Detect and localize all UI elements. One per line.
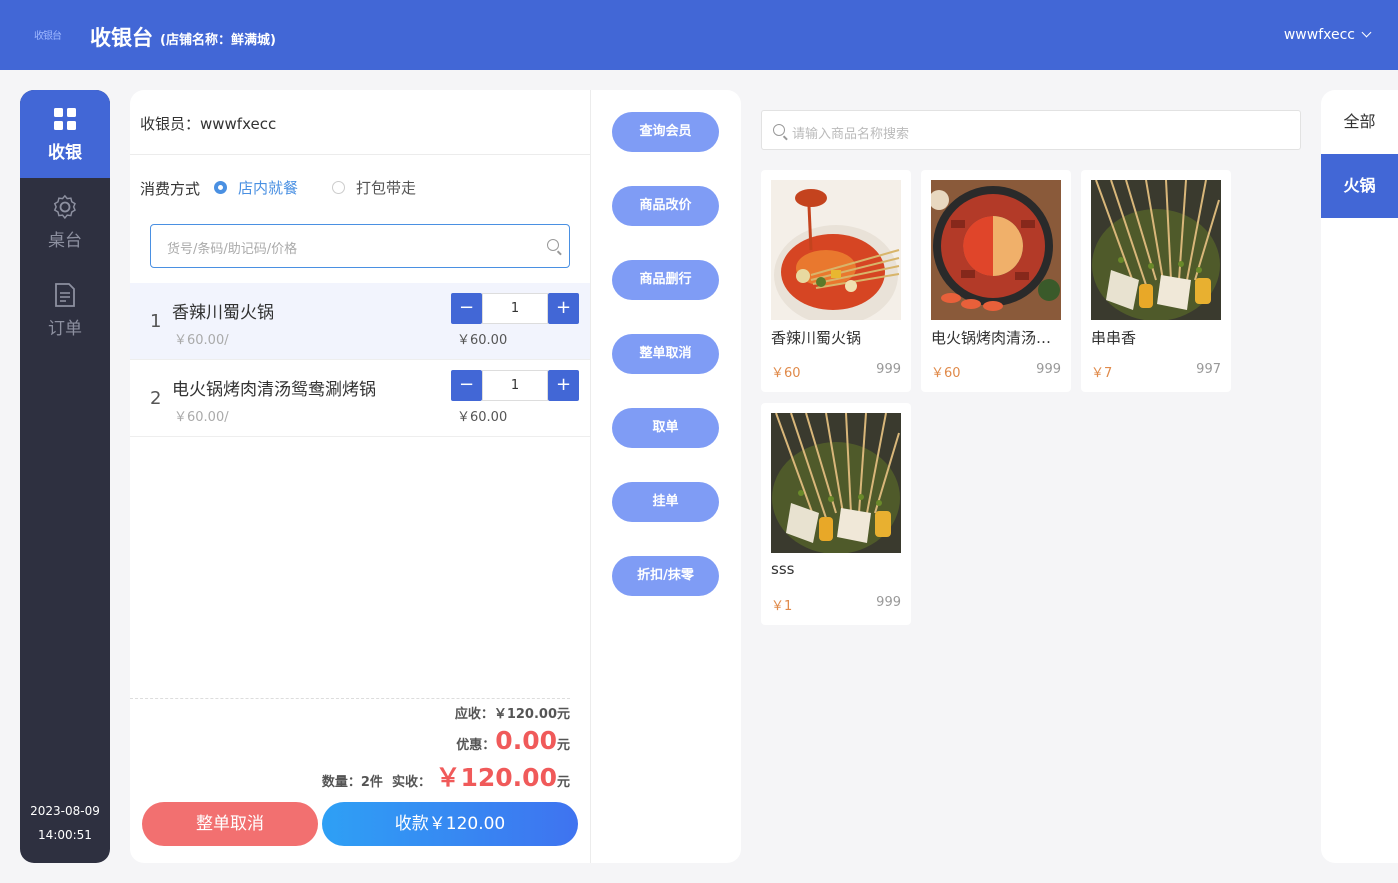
top-header: 收银台 收银台 (店铺名称：鲜满城) wwwfxecc — [0, 0, 1398, 70]
sidebar: 收银 桌台 订单 2023-08-09 14:00:51 — [20, 90, 110, 863]
item-subtotal: ￥60.00 — [457, 410, 508, 425]
quantity-stepper: − 1 + — [451, 370, 579, 401]
row-index: 1 — [150, 311, 162, 332]
receivable-label: 应收： — [454, 707, 494, 722]
discount-button[interactable]: 折扣/抹零 — [612, 556, 719, 596]
actual-value: ￥120.00 — [435, 763, 557, 792]
order-panel: 收银员：wwwfxecc 消费方式 店内就餐 打包带走 货号/条码/助记码/价格… — [130, 90, 741, 863]
divider — [130, 698, 570, 699]
quantity-stepper: − 1 + — [451, 293, 579, 324]
chevron-down-icon — [1361, 27, 1372, 38]
increase-button[interactable]: + — [548, 370, 579, 401]
item-count: 数量：2件 — [321, 775, 383, 790]
cancel-order-button[interactable]: 整单取消 — [142, 802, 318, 846]
sidebar-item-tables[interactable]: 桌台 — [20, 178, 110, 266]
sidebar-item-label: 桌台 — [48, 231, 82, 251]
radio-dine-in[interactable] — [214, 181, 227, 194]
discount-unit: 元 — [556, 738, 570, 753]
retrieve-order-button[interactable]: 取单 — [612, 408, 719, 448]
product-image — [771, 180, 901, 320]
item-price: ￥60.00/ — [174, 333, 229, 348]
gear-icon — [53, 194, 76, 220]
product-price: ￥60 — [771, 366, 801, 381]
decrease-button[interactable]: − — [451, 370, 482, 401]
row-index: 2 — [150, 388, 162, 409]
item-subtotal: ￥60.00 — [457, 333, 508, 348]
username: wwwfxecc — [1283, 27, 1355, 43]
document-icon — [55, 283, 75, 307]
category-all[interactable]: 全部 — [1321, 90, 1398, 154]
product-name: 香辣川蜀火锅 — [771, 329, 862, 347]
current-time: 14:00:51 — [38, 828, 92, 842]
consumption-mode-label: 消费方式 — [140, 180, 201, 198]
discount-value: 0.00 — [495, 726, 557, 755]
item-name: 香辣川蜀火锅 — [172, 303, 274, 323]
product-stock: 999 — [1036, 362, 1061, 377]
product-search-input[interactable]: 请输入商品名称搜索 — [761, 110, 1301, 150]
user-menu[interactable]: wwwfxecc — [1283, 27, 1372, 43]
search-icon — [773, 124, 785, 136]
receivable-value: ￥120.00元 — [493, 707, 570, 722]
order-row[interactable]: 2 电火锅烤肉清汤鸳鸯涮烤锅 ￥60.00/ − 1 + ￥60.00 — [130, 360, 590, 437]
mode-dine-in-label[interactable]: 店内就餐 — [238, 177, 298, 198]
actual-unit: 元 — [556, 775, 570, 790]
product-price: ￥7 — [1091, 366, 1113, 381]
product-name: sss — [771, 560, 795, 578]
product-name: 串串香 — [1091, 329, 1137, 347]
cashier-label: 收银员：wwwfxecc — [140, 115, 277, 133]
query-member-button[interactable]: 查询会员 — [612, 112, 719, 152]
sidebar-item-label: 收银 — [48, 143, 82, 163]
product-card[interactable]: 串串香 ￥7 997 — [1081, 170, 1231, 392]
delete-row-button[interactable]: 商品删行 — [612, 260, 719, 300]
category-panel: 全部 火锅 — [1321, 90, 1398, 863]
product-card[interactable]: 电火锅烤肉清汤鸳鸯涮烤锅 ￥60 999 — [921, 170, 1071, 392]
mode-takeaway-label[interactable]: 打包带走 — [356, 177, 416, 198]
product-stock: 999 — [876, 595, 901, 610]
divider — [590, 90, 591, 863]
radio-takeaway[interactable] — [332, 181, 345, 194]
store-name: (店铺名称：鲜满城) — [160, 33, 276, 48]
actual-total: 数量：2件 实收： ￥120.00元 — [322, 758, 570, 794]
item-name: 电火锅烤肉清汤鸳鸯涮烤锅 — [172, 380, 376, 400]
product-card[interactable]: sss ￥1 999 — [761, 403, 911, 625]
divider — [130, 154, 590, 155]
item-price: ￥60.00/ — [174, 410, 229, 425]
product-stock: 997 — [1196, 362, 1221, 377]
decrease-button[interactable]: − — [451, 293, 482, 324]
product-stock: 999 — [876, 362, 901, 377]
pay-button[interactable]: 收款￥120.00 — [322, 802, 578, 846]
product-code-input[interactable]: 货号/条码/助记码/价格 — [150, 224, 570, 268]
discount-label: 优惠： — [456, 738, 496, 753]
product-name: 电火锅烤肉清汤鸳鸯涮烤锅 — [931, 329, 1061, 347]
product-image — [1091, 180, 1221, 320]
page-title: 收银台 — [90, 26, 153, 50]
actual-label: 实收： — [391, 775, 431, 790]
change-price-button[interactable]: 商品改价 — [612, 186, 719, 226]
current-date: 2023-08-09 — [30, 804, 100, 818]
product-image — [931, 180, 1061, 320]
search-icon — [547, 239, 559, 251]
product-card[interactable]: 香辣川蜀火锅 ￥60 999 — [761, 170, 911, 392]
product-price: ￥1 — [771, 599, 793, 614]
increase-button[interactable]: + — [548, 293, 579, 324]
cancel-all-button[interactable]: 整单取消 — [612, 334, 719, 374]
hold-order-button[interactable]: 挂单 — [612, 482, 719, 522]
sidebar-item-label: 订单 — [48, 319, 82, 339]
sidebar-item-cashier[interactable]: 收银 — [20, 90, 110, 178]
discount-total: 优惠：0.00元 — [456, 726, 570, 755]
input-placeholder: 货号/条码/助记码/价格 — [167, 242, 298, 257]
order-row[interactable]: 1 香辣川蜀火锅 ￥60.00/ − 1 + ￥60.00 — [130, 283, 590, 360]
quantity-input[interactable]: 1 — [482, 370, 548, 401]
app-logo: 收银台 — [34, 31, 62, 42]
input-placeholder: 请输入商品名称搜索 — [792, 127, 910, 142]
product-image — [771, 413, 901, 553]
category-hotpot[interactable]: 火锅 — [1321, 154, 1398, 218]
grid-icon — [54, 108, 76, 130]
receivable-total: 应收：￥120.00元 — [455, 703, 570, 722]
sidebar-item-orders[interactable]: 订单 — [20, 266, 110, 354]
quantity-input[interactable]: 1 — [482, 293, 548, 324]
product-price: ￥60 — [931, 366, 961, 381]
